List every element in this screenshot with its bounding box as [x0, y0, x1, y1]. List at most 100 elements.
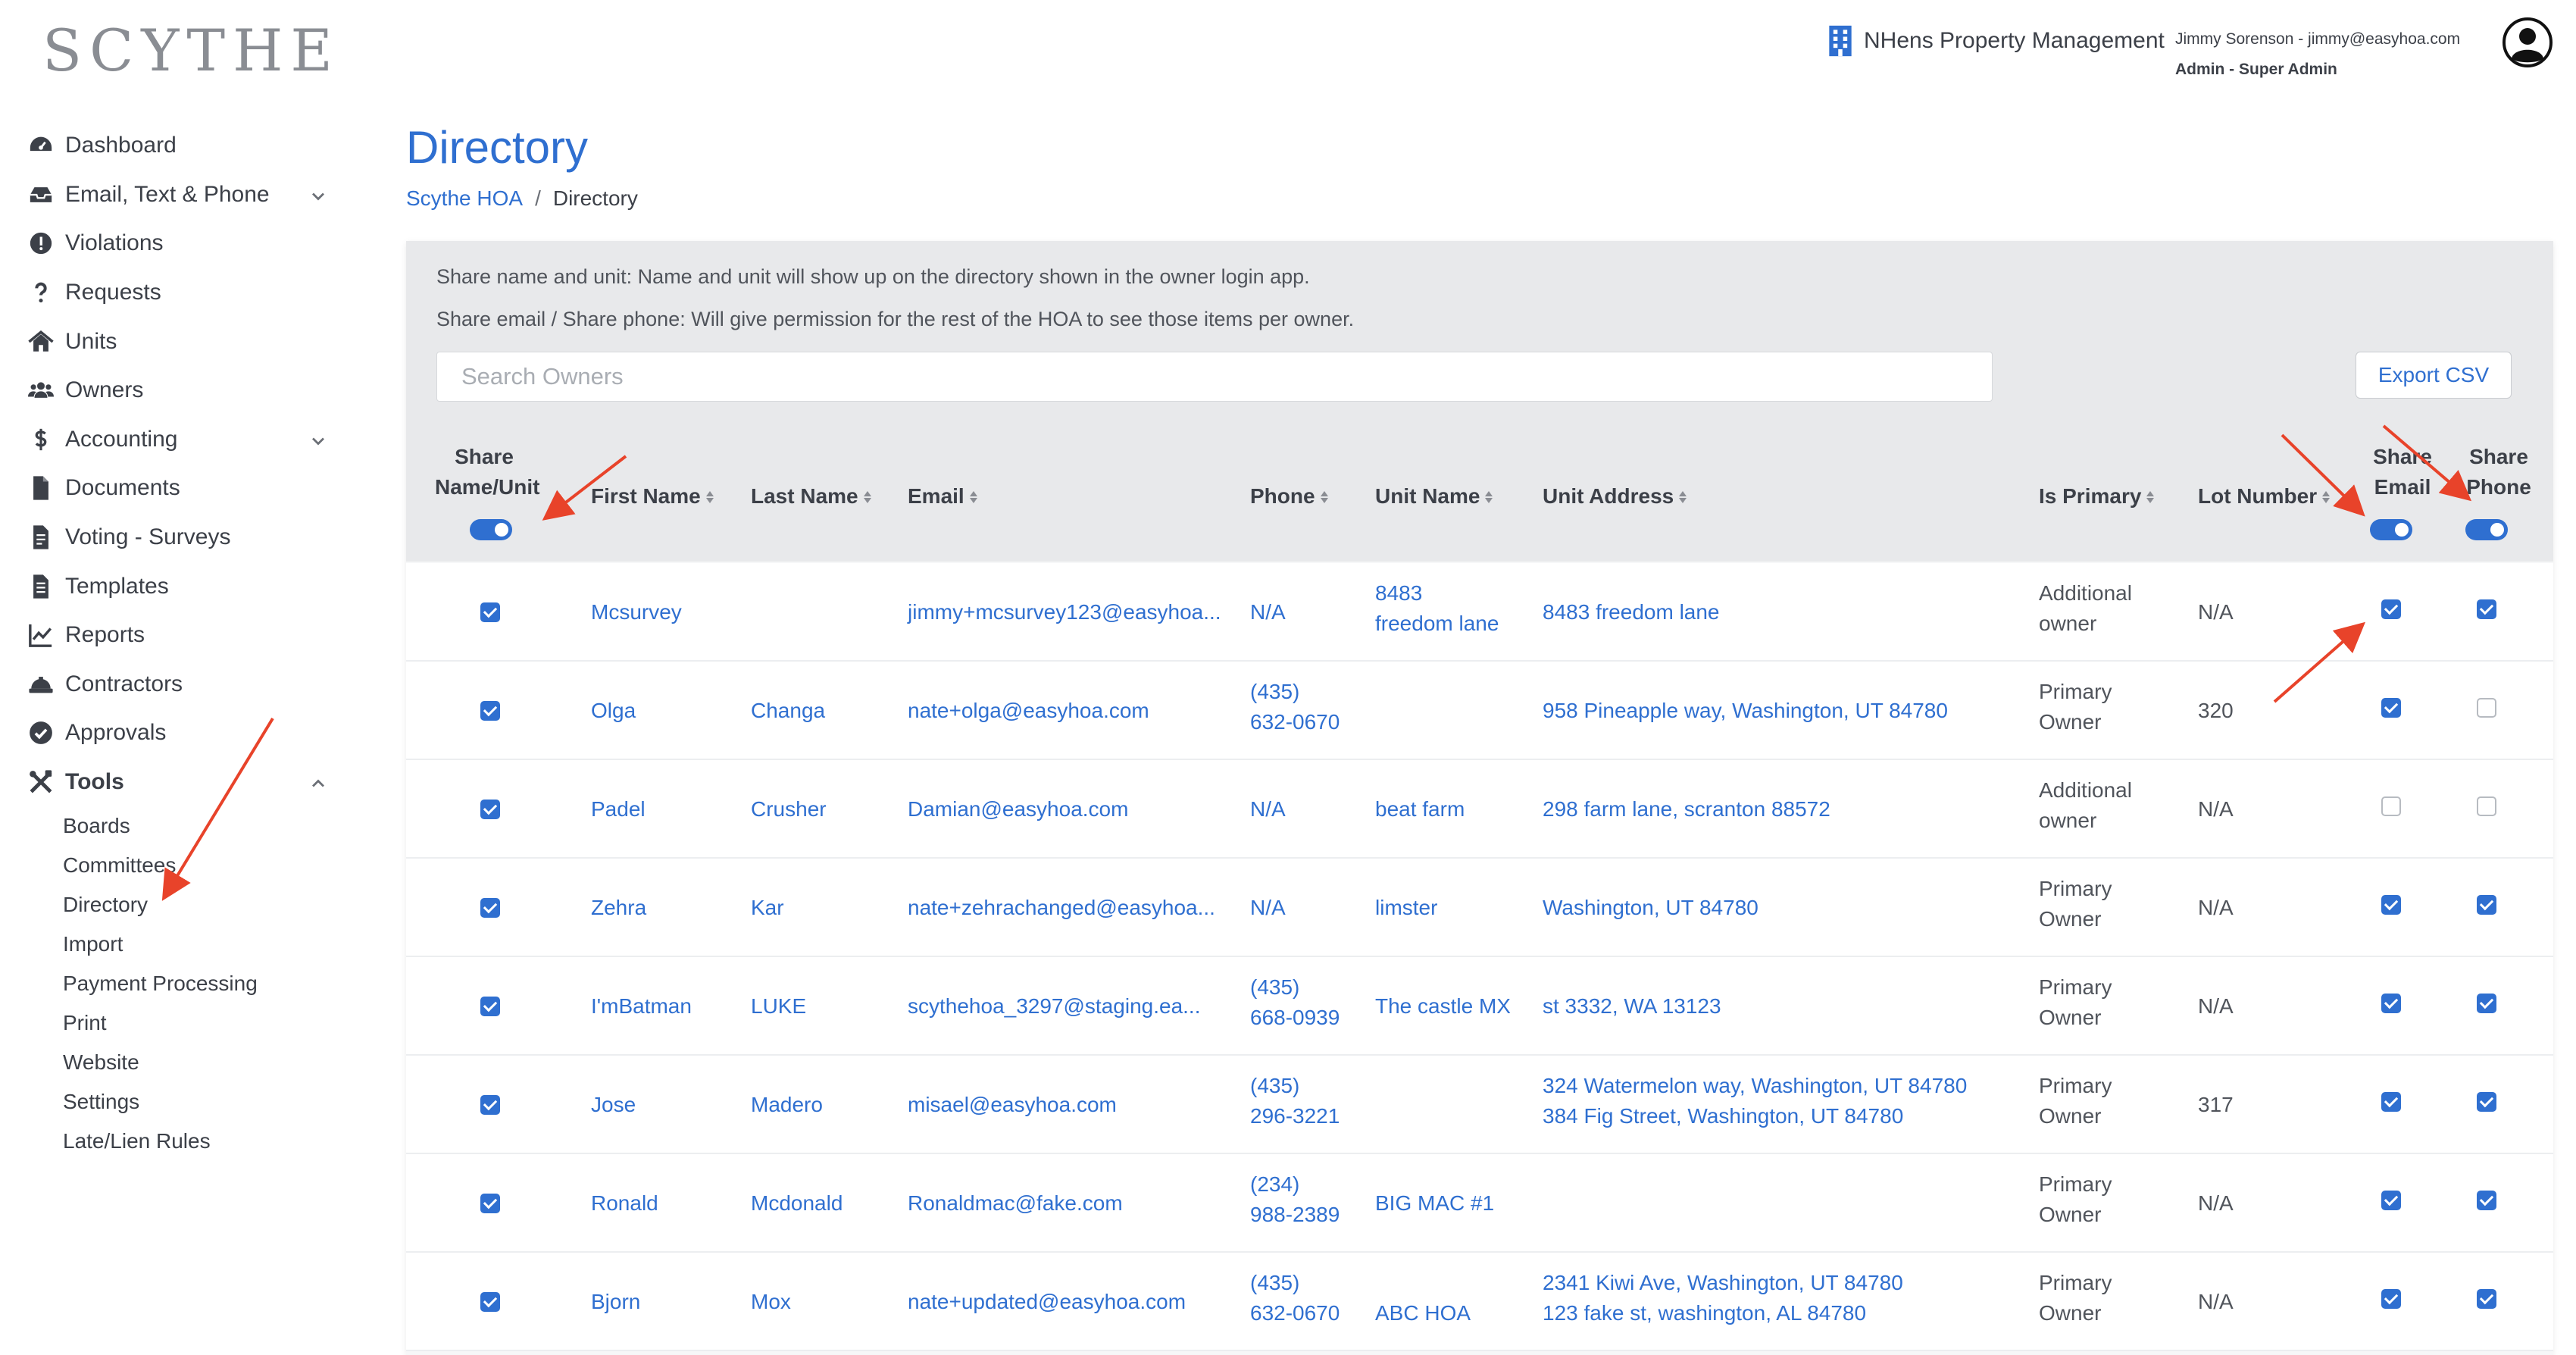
breadcrumb-current: Directory	[552, 186, 638, 210]
column-header-first-name[interactable]: First Name	[591, 484, 714, 510]
sidebar-subitem-import[interactable]: Import	[63, 925, 356, 964]
share-email-checkbox[interactable]	[2381, 1191, 2401, 1210]
share-email-checkbox[interactable]	[2381, 1289, 2401, 1309]
sidebar-item-voting-surveys[interactable]: Voting - Surveys	[0, 513, 356, 562]
share-phone-checkbox[interactable]	[2477, 994, 2496, 1013]
share-email-checkbox[interactable]	[2381, 698, 2401, 718]
share-name-unit-checkbox[interactable]	[480, 1194, 500, 1213]
chevron-up-icon[interactable]	[308, 773, 329, 794]
column-header-last-name[interactable]: Last Name	[751, 484, 872, 510]
sort-icon	[2146, 486, 2155, 510]
cell-is-primary: Owner	[2039, 1301, 2102, 1325]
share-phone-checkbox[interactable]	[2477, 698, 2496, 718]
sidebar-item-documents[interactable]: Documents	[0, 464, 356, 513]
cell-last-name: Kar	[751, 896, 784, 919]
building-icon	[1829, 25, 1852, 57]
chevron-down-icon[interactable]	[308, 430, 329, 452]
share-email-checkbox[interactable]	[2381, 994, 2401, 1013]
share-name-unit-checkbox[interactable]	[480, 800, 500, 819]
share-email-checkbox[interactable]	[2381, 1092, 2401, 1112]
cell-unit-name: 8483	[1375, 581, 1423, 605]
organization-switcher[interactable]: NHens Property Management	[1826, 24, 2165, 58]
column-header-email[interactable]: Email	[908, 484, 978, 510]
cell-last-name: Crusher	[751, 797, 827, 821]
sidebar-item-violations[interactable]: Violations	[0, 219, 356, 268]
home-icon	[26, 327, 56, 357]
share-phone-checkbox[interactable]	[2477, 895, 2496, 915]
sidebar-item-reports[interactable]: Reports	[0, 611, 356, 660]
sidebar-item-accounting[interactable]: Accounting	[0, 415, 356, 465]
table-row: Jose Madero misael@easyhoa.com (435) 296-322…	[406, 1056, 2553, 1154]
sidebar-item-templates[interactable]: Templates	[0, 562, 356, 611]
sidebar-item-owners[interactable]: Owners	[0, 366, 356, 415]
sidebar-item-units[interactable]: Units	[0, 317, 356, 366]
cell-lot-number: N/A	[2198, 1191, 2234, 1215]
column-header-is-primary[interactable]: Is Primary	[2039, 484, 2155, 510]
export-csv-button[interactable]: Export CSV	[2356, 352, 2512, 399]
column-header-unit-name[interactable]: Unit Name	[1375, 484, 1493, 510]
cell-lot-number: N/A	[2198, 1290, 2234, 1313]
cell-is-primary: Primary	[2039, 1172, 2112, 1196]
cell-is-primary: Owner	[2039, 710, 2102, 734]
column-header-lot-number[interactable]: Lot Number	[2198, 484, 2331, 510]
cell-last-name: Mox	[751, 1290, 791, 1313]
cell-unit-name: freedom lane	[1375, 612, 1499, 635]
cell-unit-name: ABC HOA	[1375, 1301, 1471, 1325]
sort-icon	[2321, 486, 2331, 510]
sidebar-item-approvals[interactable]: Approvals	[0, 709, 356, 758]
share-email-checkbox[interactable]	[2381, 599, 2401, 619]
question-icon	[26, 277, 56, 308]
share-phone-checkbox[interactable]	[2477, 1191, 2496, 1210]
cell-unit-name: The castle MX	[1375, 994, 1511, 1018]
share-phone-checkbox[interactable]	[2477, 796, 2496, 816]
header-label: Phone	[2466, 475, 2531, 499]
share-email-toggle-all[interactable]	[2370, 519, 2412, 540]
info-box: Share name and unit: Name and unit will …	[406, 241, 2553, 427]
user-avatar-icon[interactable]	[2502, 17, 2553, 68]
sidebar-item-dashboard[interactable]: Dashboard	[0, 121, 356, 171]
cell-first-name: Zehra	[591, 896, 647, 919]
cell-is-primary: Additional	[2039, 778, 2132, 802]
cell-phone: N/A	[1250, 896, 1286, 919]
sidebar-item-label: Units	[65, 328, 117, 354]
sidebar-subitem-payment-processing[interactable]: Payment Processing	[63, 964, 356, 1003]
share-name-unit-checkbox[interactable]	[480, 1292, 500, 1312]
share-email-checkbox[interactable]	[2381, 895, 2401, 915]
breadcrumb-link-scythe-hoa[interactable]: Scythe HOA	[406, 186, 523, 210]
share-name-unit-checkbox[interactable]	[480, 701, 500, 721]
sidebar-item-requests[interactable]: Requests	[0, 268, 356, 318]
users-icon	[26, 375, 56, 405]
sidebar-subitem-settings[interactable]: Settings	[63, 1082, 356, 1122]
sidebar-subitem-boards[interactable]: Boards	[63, 806, 356, 846]
chevron-down-icon[interactable]	[308, 186, 329, 207]
share-phone-toggle-all[interactable]	[2465, 519, 2508, 540]
sidebar-subitem-directory[interactable]: Directory	[63, 885, 356, 925]
column-header-phone[interactable]: Phone	[1250, 484, 1329, 510]
sidebar-subitem-print[interactable]: Print	[63, 1003, 356, 1043]
cell-unit-address: st 3332, WA 13123	[1543, 994, 1721, 1018]
sidebar-item-tools[interactable]: Tools	[0, 758, 356, 807]
share-name-unit-checkbox[interactable]	[480, 602, 500, 622]
share-email-checkbox[interactable]	[2381, 796, 2401, 816]
info-share-name-unit: Share name and unit: Name and unit will …	[436, 265, 1310, 288]
sidebar-subitem-committees[interactable]: Committees	[63, 846, 356, 885]
sidebar-item-label: Violations	[65, 230, 164, 256]
share-phone-checkbox[interactable]	[2477, 1289, 2496, 1309]
cell-is-primary: Primary	[2039, 680, 2112, 703]
sidebar-item-email-text-phone[interactable]: Email, Text & Phone	[0, 171, 356, 220]
sidebar-subitem-website[interactable]: Website	[63, 1043, 356, 1082]
search-owners-input[interactable]	[436, 352, 1993, 402]
share-phone-checkbox[interactable]	[2477, 1092, 2496, 1112]
sidebar-subitem-late-lien-rules[interactable]: Late/Lien Rules	[63, 1122, 356, 1161]
share-name-unit-toggle-all[interactable]	[470, 519, 512, 540]
share-phone-checkbox[interactable]	[2477, 599, 2496, 619]
share-name-unit-checkbox[interactable]	[480, 997, 500, 1016]
table-row: Ronald Mcdonald Ronaldmac@fake.com (234) 988…	[406, 1154, 2553, 1253]
cell-phone: 668-0939	[1250, 1006, 1340, 1029]
share-name-unit-checkbox[interactable]	[480, 1095, 500, 1115]
share-name-unit-checkbox[interactable]	[480, 898, 500, 918]
sidebar-item-contractors[interactable]: Contractors	[0, 660, 356, 709]
scythe-logo[interactable]: SCYTHE	[42, 17, 340, 84]
column-header-unit-address[interactable]: Unit Address	[1543, 484, 1687, 510]
cell-first-name: Bjorn	[591, 1290, 641, 1313]
